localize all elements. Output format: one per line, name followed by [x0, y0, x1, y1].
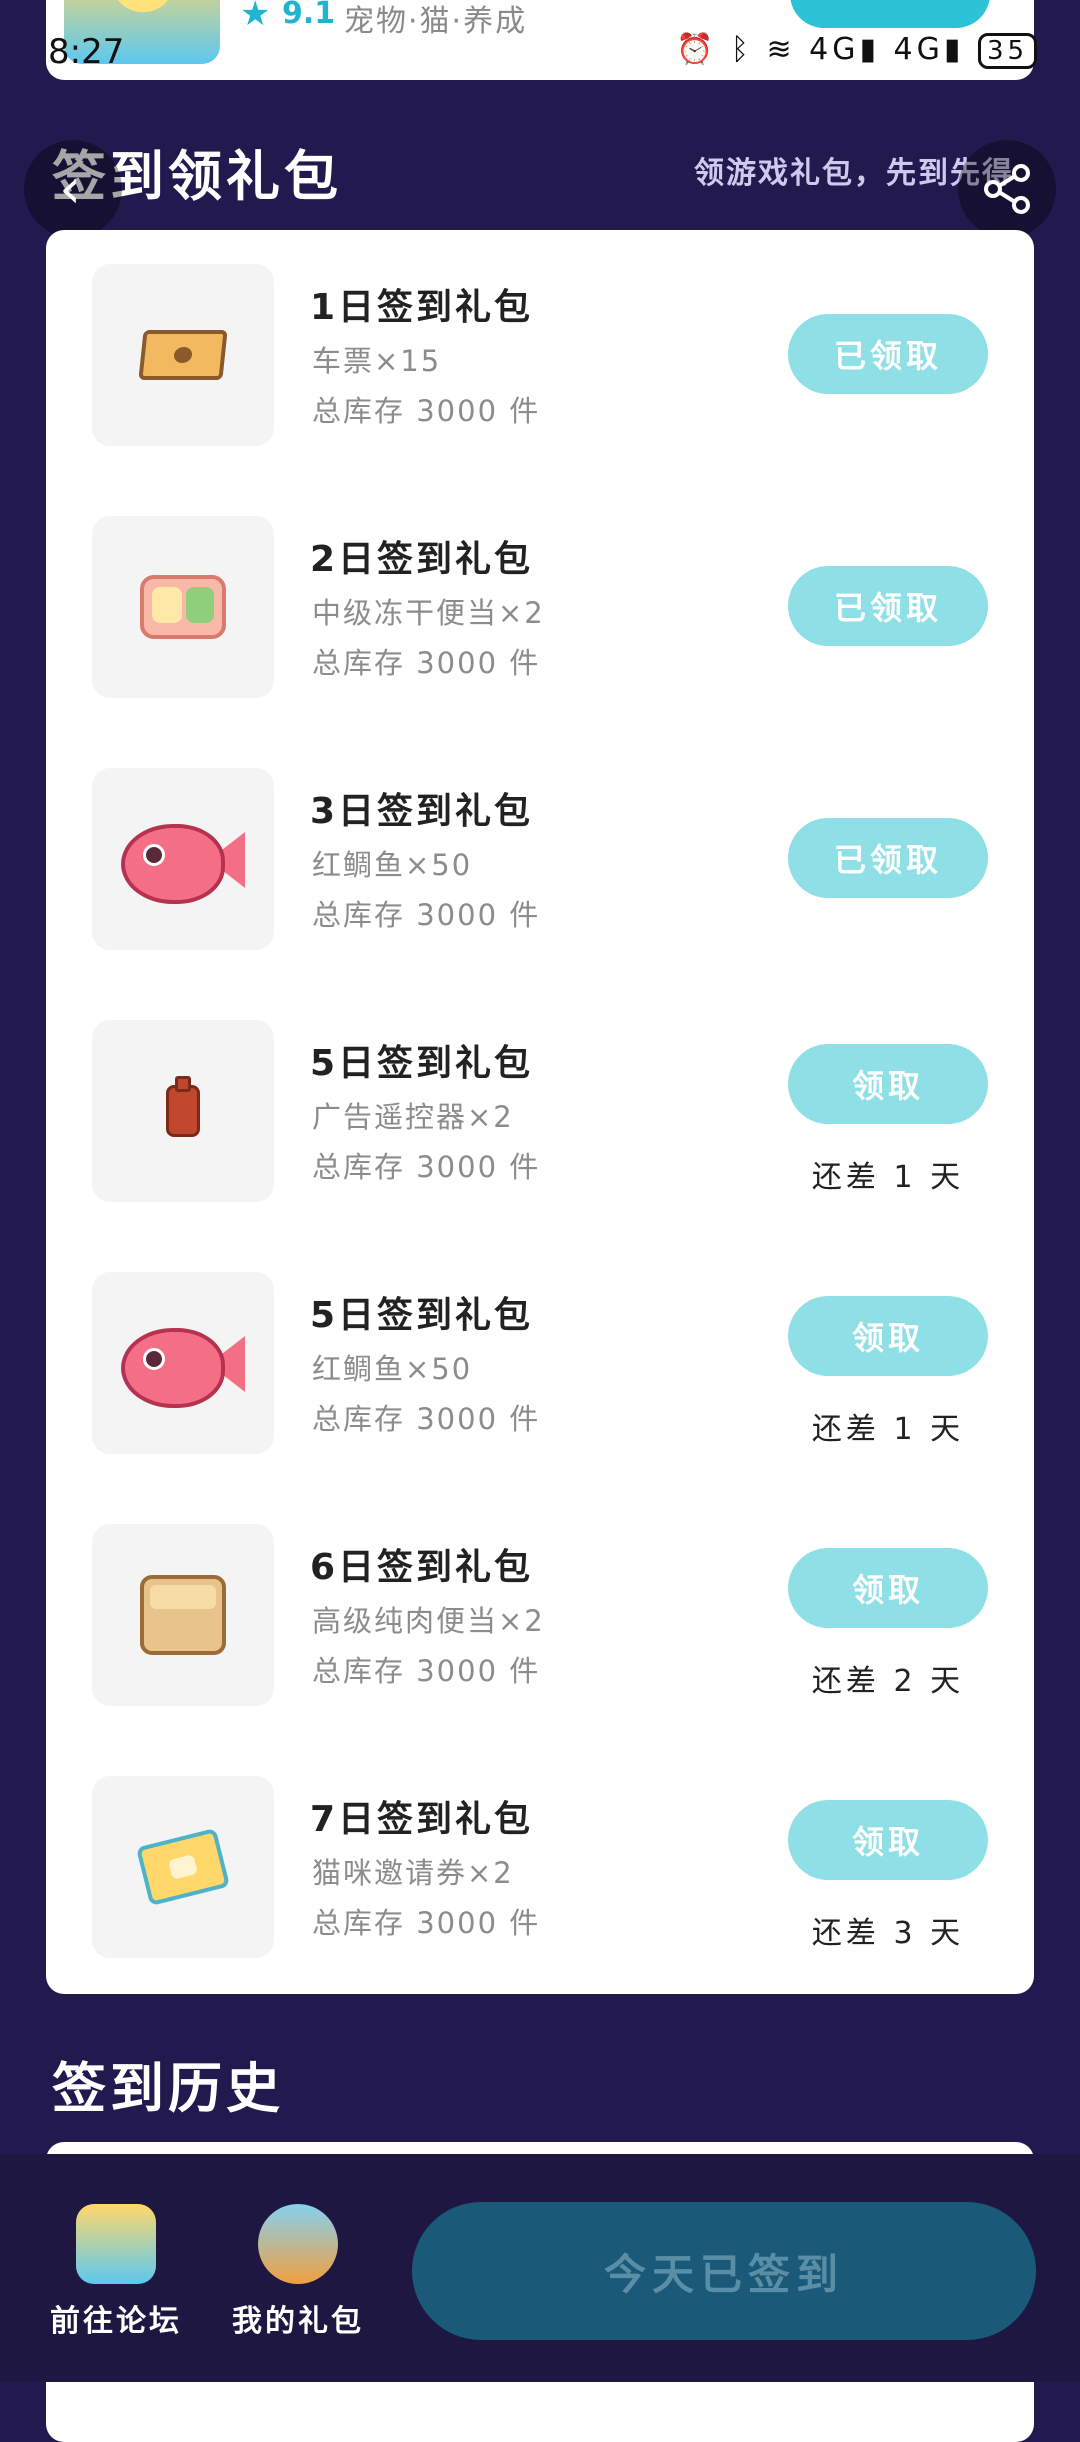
gift-row: 5日签到礼包 红鲷鱼×50 总库存 3000 件 领取 还差 1 天 — [46, 1272, 1034, 1454]
claim-button[interactable]: 领取 — [788, 1548, 988, 1628]
status-icons: ⏰ ᛒ ≋ 4G▮ 4G▮ 35 — [676, 32, 1038, 69]
gift-stock: 总库存 3000 件 — [312, 898, 541, 932]
days-remaining: 还差 2 天 — [811, 1664, 965, 1699]
gift-title: 6日签到礼包 — [310, 1547, 534, 1588]
remote-icon — [166, 1076, 200, 1137]
gift-stock: 总库存 3000 件 — [312, 1654, 541, 1688]
app-rating: 9.1 — [282, 0, 336, 31]
download-button[interactable] — [790, 0, 990, 28]
signal-icon-2: 4G▮ — [893, 32, 965, 67]
bento-box-icon — [140, 1575, 226, 1655]
battery-icon: 35 — [977, 32, 1038, 69]
back-button[interactable]: ‹ — [24, 140, 122, 238]
forum-nav-item[interactable]: 前往论坛 — [36, 2154, 196, 2340]
gift-title: 7日签到礼包 — [310, 1799, 534, 1840]
gift-stock: 总库存 3000 件 — [312, 1402, 541, 1436]
signal-icon: 4G▮ — [809, 32, 880, 67]
gift-icon — [258, 2204, 338, 2284]
gift-item: 高级纯肉便当×2 — [312, 1604, 545, 1638]
gift-thumbnail — [92, 1020, 274, 1202]
claimed-button[interactable]: 已领取 — [788, 314, 988, 394]
days-remaining: 还差 3 天 — [811, 1916, 965, 1951]
days-remaining: 还差 1 天 — [811, 1412, 965, 1447]
checkin-button[interactable]: 今天已签到 — [412, 2202, 1036, 2340]
my-gifts-nav-item[interactable]: 我的礼包 — [218, 2154, 378, 2340]
gift-title: 5日签到礼包 — [310, 1295, 534, 1336]
bento-icon — [140, 575, 226, 639]
gift-row: 1日签到礼包 车票×15 总库存 3000 件 已领取 — [46, 264, 1034, 446]
gift-stock: 总库存 3000 件 — [312, 1150, 541, 1184]
claim-button[interactable]: 领取 — [788, 1044, 988, 1124]
gift-title: 3日签到礼包 — [310, 791, 534, 832]
gift-item: 中级冻干便当×2 — [312, 596, 545, 630]
gift-row: 7日签到礼包 猫咪邀请券×2 总库存 3000 件 领取 还差 3 天 — [46, 1776, 1034, 1958]
gift-item: 广告遥控器×2 — [312, 1100, 514, 1134]
gift-thumbnail — [92, 516, 274, 698]
gift-list: 1日签到礼包 车票×15 总库存 3000 件 已领取 2日签到礼包 中级冻干便… — [46, 230, 1034, 1994]
gift-stock: 总库存 3000 件 — [312, 1906, 541, 1940]
gift-stock: 总库存 3000 件 — [312, 646, 541, 680]
fish-icon — [121, 1318, 245, 1408]
gift-item: 红鲷鱼×50 — [312, 848, 473, 882]
forum-icon — [76, 2204, 156, 2284]
gift-row: 5日签到礼包 广告遥控器×2 总库存 3000 件 领取 还差 1 天 — [46, 1020, 1034, 1202]
gift-row: 2日签到礼包 中级冻干便当×2 总库存 3000 件 已领取 — [46, 516, 1034, 698]
gift-thumbnail — [92, 264, 274, 446]
claim-button[interactable]: 领取 — [788, 1800, 988, 1880]
gift-title: 1日签到礼包 — [310, 287, 534, 328]
claim-button[interactable]: 领取 — [788, 1296, 988, 1376]
gift-item: 红鲷鱼×50 — [312, 1352, 473, 1386]
app-tags: 宠物·猫·养成 — [344, 4, 528, 39]
chevron-left-icon: ‹ — [59, 157, 81, 220]
ticket-icon — [138, 330, 228, 380]
gift-thumbnail — [92, 1272, 274, 1454]
bluetooth-icon: ᛒ — [730, 32, 753, 67]
gift-row: 6日签到礼包 高级纯肉便当×2 总库存 3000 件 领取 还差 2 天 — [46, 1524, 1034, 1706]
star-icon: ★ — [240, 0, 271, 34]
history-title: 签到历史 — [52, 2057, 284, 2120]
gift-title: 2日签到礼包 — [310, 539, 534, 580]
gift-row: 3日签到礼包 红鲷鱼×50 总库存 3000 件 已领取 — [46, 768, 1034, 950]
share-button[interactable] — [958, 140, 1056, 238]
coupon-icon — [135, 1827, 231, 1907]
wifi-icon: ≋ — [766, 32, 796, 67]
fish-icon — [121, 814, 245, 904]
my-gifts-label: 我的礼包 — [232, 2304, 364, 2339]
gift-item: 车票×15 — [312, 344, 442, 378]
gift-title: 5日签到礼包 — [310, 1043, 534, 1084]
share-icon — [984, 164, 1030, 214]
gift-stock: 总库存 3000 件 — [312, 394, 541, 428]
claimed-button[interactable]: 已领取 — [788, 818, 988, 898]
claimed-button[interactable]: 已领取 — [788, 566, 988, 646]
gift-thumbnail — [92, 1524, 274, 1706]
gift-thumbnail — [92, 768, 274, 950]
gift-item: 猫咪邀请券×2 — [312, 1856, 514, 1890]
days-remaining: 还差 1 天 — [811, 1160, 965, 1195]
forum-label: 前往论坛 — [50, 2304, 182, 2339]
status-time: 8:27 — [48, 32, 125, 72]
alarm-icon: ⏰ — [676, 32, 718, 67]
gift-thumbnail — [92, 1776, 274, 1958]
